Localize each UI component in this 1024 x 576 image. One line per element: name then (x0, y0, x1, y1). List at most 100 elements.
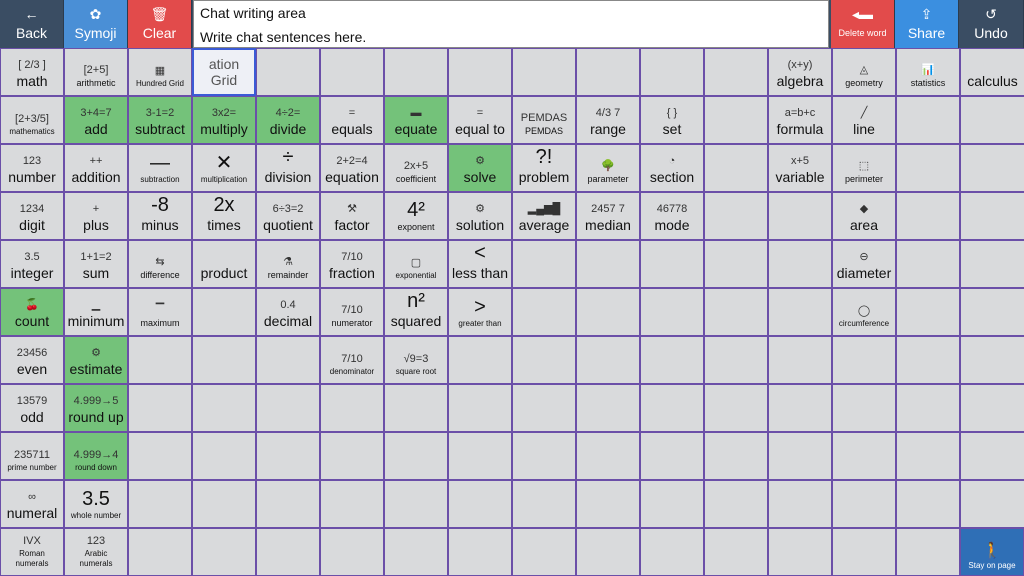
word-cell-subtract[interactable]: 3-1=2 subtract (128, 96, 192, 144)
delete-word-button[interactable]: ◂▬ Delete word (831, 0, 895, 48)
word-cell-mode[interactable]: 46778 mode (640, 192, 704, 240)
empty-cell[interactable] (704, 48, 768, 96)
empty-cell[interactable] (896, 240, 960, 288)
empty-cell[interactable] (960, 288, 1024, 336)
word-cell-statistics[interactable]: 📊 statistics (896, 48, 960, 96)
empty-cell[interactable] (896, 528, 960, 576)
empty-cell[interactable] (640, 384, 704, 432)
word-cell-average[interactable]: ▂▄▆█ average (512, 192, 576, 240)
empty-cell[interactable] (576, 240, 640, 288)
word-cell-less-than[interactable]: < less than (448, 240, 512, 288)
word-cell-area[interactable]: ◆ area (832, 192, 896, 240)
empty-cell[interactable] (512, 48, 576, 96)
empty-cell[interactable] (768, 336, 832, 384)
empty-cell[interactable] (256, 384, 320, 432)
word-cell-algebra[interactable]: (x+y) algebra (768, 48, 832, 96)
word-cell-round-up[interactable]: 4.999→5 round up (64, 384, 128, 432)
back-button[interactable]: ← Back (0, 0, 64, 48)
empty-cell[interactable] (832, 336, 896, 384)
empty-cell[interactable] (704, 336, 768, 384)
empty-cell[interactable] (256, 48, 320, 96)
empty-cell[interactable] (192, 288, 256, 336)
word-cell-factor[interactable]: ⚒ factor (320, 192, 384, 240)
word-cell-quotient[interactable]: 6÷3=2 quotient (256, 192, 320, 240)
undo-button[interactable]: ↺ Undo (959, 0, 1024, 48)
empty-cell[interactable] (896, 432, 960, 480)
word-cell-line[interactable]: ╱ line (832, 96, 896, 144)
empty-cell[interactable] (640, 240, 704, 288)
empty-cell[interactable] (960, 96, 1024, 144)
word-cell-numerator[interactable]: 7/10 numerator (320, 288, 384, 336)
empty-cell[interactable] (384, 480, 448, 528)
empty-cell[interactable] (832, 528, 896, 576)
stay-on-page-button[interactable]: 🚶 Stay on page (960, 528, 1024, 576)
empty-cell[interactable] (256, 432, 320, 480)
empty-cell[interactable] (384, 432, 448, 480)
word-cell-equation[interactable]: 2+2=4 equation (320, 144, 384, 192)
empty-cell[interactable] (768, 384, 832, 432)
empty-cell[interactable] (512, 480, 576, 528)
empty-cell[interactable] (768, 240, 832, 288)
word-cell-integer[interactable]: 3.5 integer (0, 240, 64, 288)
word-cell-minus[interactable]: -8 minus (128, 192, 192, 240)
word-cell-remainder[interactable]: ⚗ remainder (256, 240, 320, 288)
word-cell-decimal[interactable]: 0.4 decimal (256, 288, 320, 336)
empty-cell[interactable] (512, 528, 576, 576)
word-cell-geometry[interactable]: ◬ geometry (832, 48, 896, 96)
empty-cell[interactable] (448, 336, 512, 384)
empty-cell[interactable] (960, 240, 1024, 288)
empty-cell[interactable] (128, 384, 192, 432)
word-cell-digit[interactable]: 1234 digit (0, 192, 64, 240)
empty-cell[interactable] (640, 432, 704, 480)
empty-cell[interactable] (704, 192, 768, 240)
empty-cell[interactable] (704, 240, 768, 288)
empty-cell[interactable] (704, 288, 768, 336)
word-cell-number[interactable]: 123 number (0, 144, 64, 192)
empty-cell[interactable] (320, 432, 384, 480)
word-cell-ation-grid[interactable]: ation Grid (192, 48, 256, 96)
empty-cell[interactable] (896, 336, 960, 384)
word-cell-exponent[interactable]: 4² exponent (384, 192, 448, 240)
word-cell-whole-number[interactable]: 3.5 whole number (64, 480, 128, 528)
empty-cell[interactable] (704, 384, 768, 432)
word-cell-hundred-grid[interactable]: ▦ Hundred Grid (128, 48, 192, 96)
empty-cell[interactable] (448, 480, 512, 528)
empty-cell[interactable] (896, 288, 960, 336)
word-cell-calculus[interactable]: calculus (960, 48, 1024, 96)
word-cell-add[interactable]: 3+4=7 add (64, 96, 128, 144)
empty-cell[interactable] (512, 336, 576, 384)
empty-cell[interactable] (576, 384, 640, 432)
word-cell-square-root[interactable]: √9=3 square root (384, 336, 448, 384)
empty-cell[interactable] (192, 432, 256, 480)
empty-cell[interactable] (768, 432, 832, 480)
empty-cell[interactable] (640, 48, 704, 96)
empty-cell[interactable] (768, 192, 832, 240)
empty-cell[interactable] (704, 144, 768, 192)
word-cell-solve[interactable]: ⚙ solve (448, 144, 512, 192)
empty-cell[interactable] (640, 528, 704, 576)
word-cell-denominator[interactable]: 7/10 denominator (320, 336, 384, 384)
word-cell-odd[interactable]: 13579 odd (0, 384, 64, 432)
empty-cell[interactable] (704, 480, 768, 528)
word-cell-fraction[interactable]: 7/10 fraction (320, 240, 384, 288)
empty-cell[interactable] (896, 384, 960, 432)
empty-cell[interactable] (832, 432, 896, 480)
empty-cell[interactable] (576, 528, 640, 576)
word-cell-multiplication[interactable]: ✕ multiplication (192, 144, 256, 192)
empty-cell[interactable] (448, 432, 512, 480)
word-cell-times[interactable]: 2x times (192, 192, 256, 240)
word-cell-division[interactable]: ÷ division (256, 144, 320, 192)
empty-cell[interactable] (128, 336, 192, 384)
word-cell-formula[interactable]: a=b+c formula (768, 96, 832, 144)
word-cell-equal-to[interactable]: = equal to (448, 96, 512, 144)
empty-cell[interactable] (576, 432, 640, 480)
chat-writing-area[interactable]: Chat writing area Write chat sentences h… (193, 0, 829, 48)
word-cell-round-down[interactable]: 4.999→4 round down (64, 432, 128, 480)
empty-cell[interactable] (320, 384, 384, 432)
word-cell-prime-number[interactable]: 235711 prime number (0, 432, 64, 480)
empty-cell[interactable] (192, 528, 256, 576)
empty-cell[interactable] (320, 480, 384, 528)
empty-cell[interactable] (576, 48, 640, 96)
word-cell-greater-than[interactable]: > greater than (448, 288, 512, 336)
word-cell-median[interactable]: 2457 7 median (576, 192, 640, 240)
